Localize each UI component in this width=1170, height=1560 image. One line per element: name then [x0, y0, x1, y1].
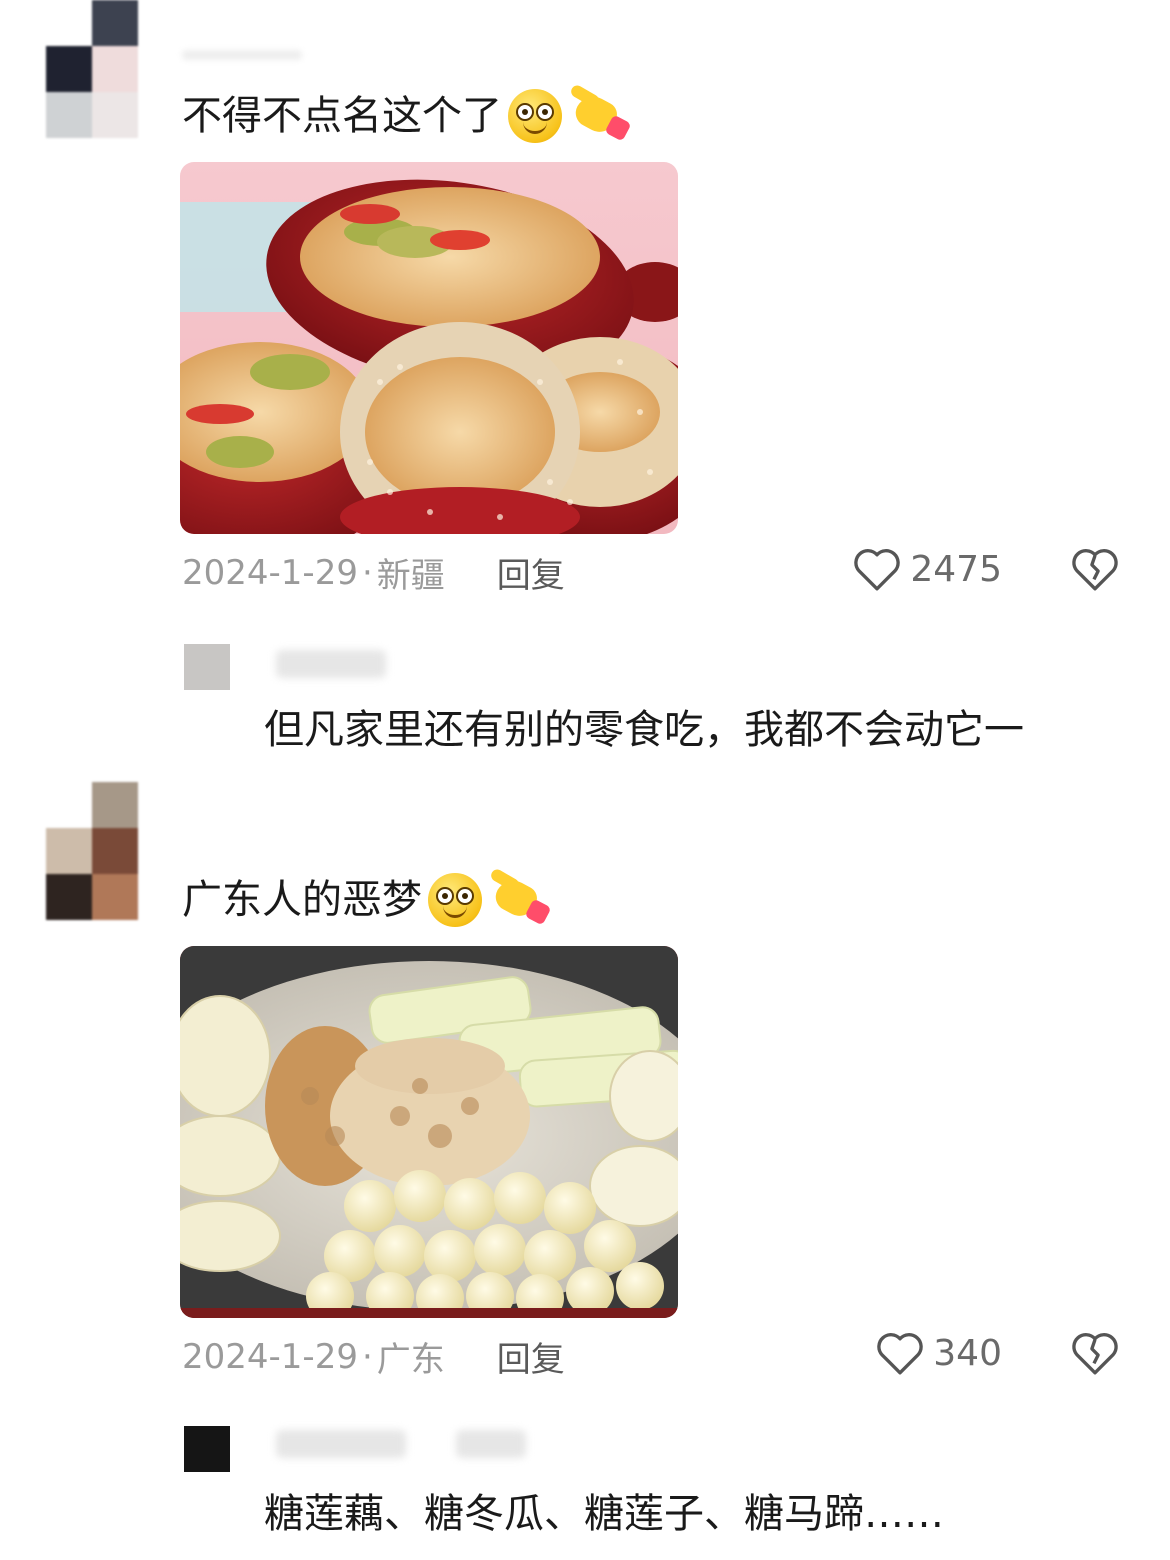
comment-location: 广东 [376, 1340, 445, 1380]
meta-separator: · [361, 1336, 373, 1377]
comment-meta: 2024-1-29 · 新疆 回复 [182, 548, 565, 597]
sub-reply-avatar[interactable] [184, 644, 230, 690]
comment-photo[interactable] [180, 162, 678, 534]
sub-reply-username-blurred[interactable] [276, 1430, 406, 1458]
heart-outline-icon [854, 549, 901, 591]
sub-reply-avatar[interactable] [184, 1426, 230, 1472]
comment-text-content: 不得不点名这个了 [182, 93, 502, 139]
comment-date: 2024-1-29 [182, 552, 358, 593]
sub-reply-target-blurred[interactable] [456, 1430, 526, 1458]
pointing-hand-emoji [489, 867, 552, 928]
dislike-button[interactable] [1070, 1330, 1120, 1380]
comment-meta: 2024-1-29 · 广东 回复 [182, 1332, 565, 1381]
like-count: 2475 [910, 548, 1002, 590]
broken-heart-icon [1072, 1333, 1118, 1375]
like-button[interactable]: 2475 [852, 546, 1002, 592]
comment-date: 2024-1-29 [182, 1336, 358, 1377]
comment-location: 新疆 [376, 556, 445, 596]
reply-button[interactable]: 回复 [497, 1332, 565, 1381]
meta-separator: · [361, 552, 373, 593]
jujube-walnut-snack-photo [180, 162, 678, 534]
heart-outline-icon [877, 1333, 924, 1375]
like-button[interactable]: 340 [875, 1330, 1002, 1376]
candied-lotus-tray-photo [180, 946, 678, 1318]
pointing-hand-emoji [569, 83, 632, 144]
avatar[interactable] [46, 0, 138, 138]
reply-button[interactable]: 回复 [497, 548, 565, 597]
dislike-button[interactable] [1070, 546, 1120, 596]
comment-photo[interactable] [180, 946, 678, 1318]
username-blurred[interactable] [182, 50, 302, 60]
comment-text-content: 广东人的恶梦 [182, 877, 422, 923]
avatar[interactable] [46, 782, 138, 920]
broken-heart-icon [1072, 549, 1118, 591]
sub-reply-text: 糖莲藕、糖冬瓜、糖莲子、糖马蹄…… [264, 1491, 944, 1537]
comment-text: 广东人的恶梦 [182, 867, 552, 928]
comment-text: 不得不点名这个了 [182, 83, 632, 144]
grinning-face-emoji [428, 873, 482, 927]
grinning-face-emoji [508, 89, 562, 143]
sub-reply-username-blurred[interactable] [276, 650, 386, 678]
like-count: 340 [933, 1332, 1002, 1374]
sub-reply-text: 但凡家里还有别的零食吃，我都不会动它一 [264, 707, 1024, 753]
